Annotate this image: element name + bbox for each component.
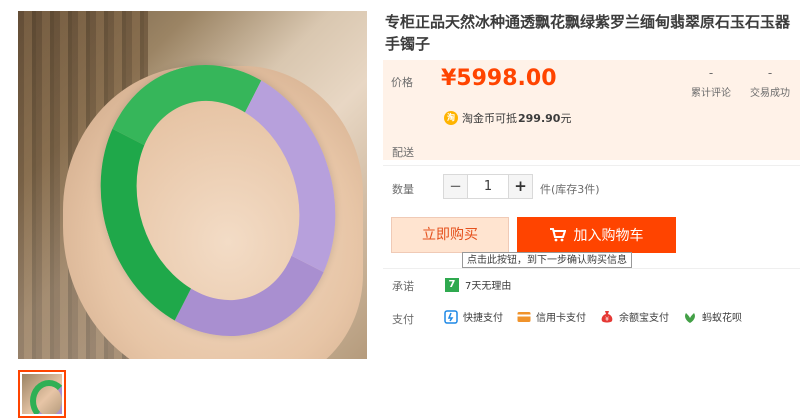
buy-tooltip: 点击此按钮，到下一步确认购买信息 <box>462 252 632 268</box>
coin-text: 淘金币可抵 <box>462 112 517 125</box>
price-panel: 价格 ¥5998.00 - 累计评论 - 交易成功 淘 淘金币可抵 299.90… <box>383 60 800 160</box>
money-bag-icon: ¥ <box>600 310 614 324</box>
payment-label: 支付 <box>392 313 414 326</box>
huabei-icon <box>683 310 697 324</box>
quantity-increase-button[interactable]: + <box>508 174 533 199</box>
coin-unit: 元 <box>560 112 572 125</box>
stat-sales[interactable]: - 交易成功 <box>740 66 800 99</box>
add-to-cart-button[interactable]: 加入购物车 <box>517 217 676 253</box>
taobao-coin-icon: 淘 <box>444 111 458 125</box>
payment-quick-label: 快捷支付 <box>463 313 503 324</box>
payment-methods: 快捷支付 信用卡支付 ¥ 余额宝支付 蚂蚁花呗 <box>444 309 756 324</box>
stat-reviews-label: 累计评论 <box>691 88 731 99</box>
add-to-cart-label: 加入购物车 <box>573 228 644 244</box>
seven-day-return[interactable]: 7 7天无理由 <box>445 277 511 292</box>
credit-card-icon <box>517 310 531 324</box>
quick-pay-icon <box>444 309 458 324</box>
stat-sales-value: - <box>767 66 773 80</box>
promise-label: 承诺 <box>392 280 414 293</box>
shipping-label: 配送 <box>392 146 414 159</box>
divider <box>383 165 800 166</box>
seven-day-icon: 7 <box>445 277 459 292</box>
payment-huabei-label: 蚂蚁花呗 <box>702 313 742 324</box>
taobao-coin-row: 淘 淘金币可抵 299.90 元 <box>444 110 571 126</box>
stat-reviews[interactable]: - 累计评论 <box>681 66 741 99</box>
price-label: 价格 <box>391 76 413 89</box>
seven-day-text: 7天无理由 <box>465 281 512 292</box>
payment-quick[interactable]: 快捷支付 <box>444 309 503 324</box>
quantity-decrease-button[interactable]: − <box>443 174 468 199</box>
product-main-image <box>18 11 367 359</box>
coin-amount: 299.90 <box>518 111 561 125</box>
quantity-label: 数量 <box>392 183 414 196</box>
quantity-input[interactable]: 1 <box>468 174 508 199</box>
divider <box>383 268 800 269</box>
product-title: 专柜正品天然冰种通透飘花飘绿紫罗兰缅甸翡翠原石玉石玉器手镯子 <box>385 13 791 53</box>
shopping-cart-icon <box>549 228 566 242</box>
thumbnail-image <box>22 374 62 414</box>
buy-now-button[interactable]: 立即购买 <box>391 217 509 253</box>
payment-yuebao-label: 余额宝支付 <box>619 313 669 324</box>
payment-credit-card[interactable]: 信用卡支付 <box>517 309 586 324</box>
svg-text:¥: ¥ <box>605 316 609 323</box>
payment-credit-card-label: 信用卡支付 <box>536 313 586 324</box>
stock-text: 件(库存3件) <box>540 183 600 196</box>
stat-reviews-value: - <box>708 66 714 80</box>
payment-huabei[interactable]: 蚂蚁花呗 <box>683 309 742 324</box>
price-value: ¥5998.00 <box>441 66 557 91</box>
stat-sales-label: 交易成功 <box>750 88 790 99</box>
quantity-stepper[interactable]: − 1 + <box>443 174 533 199</box>
product-thumbnail[interactable] <box>18 370 66 418</box>
payment-yuebao[interactable]: ¥ 余额宝支付 <box>600 309 669 324</box>
